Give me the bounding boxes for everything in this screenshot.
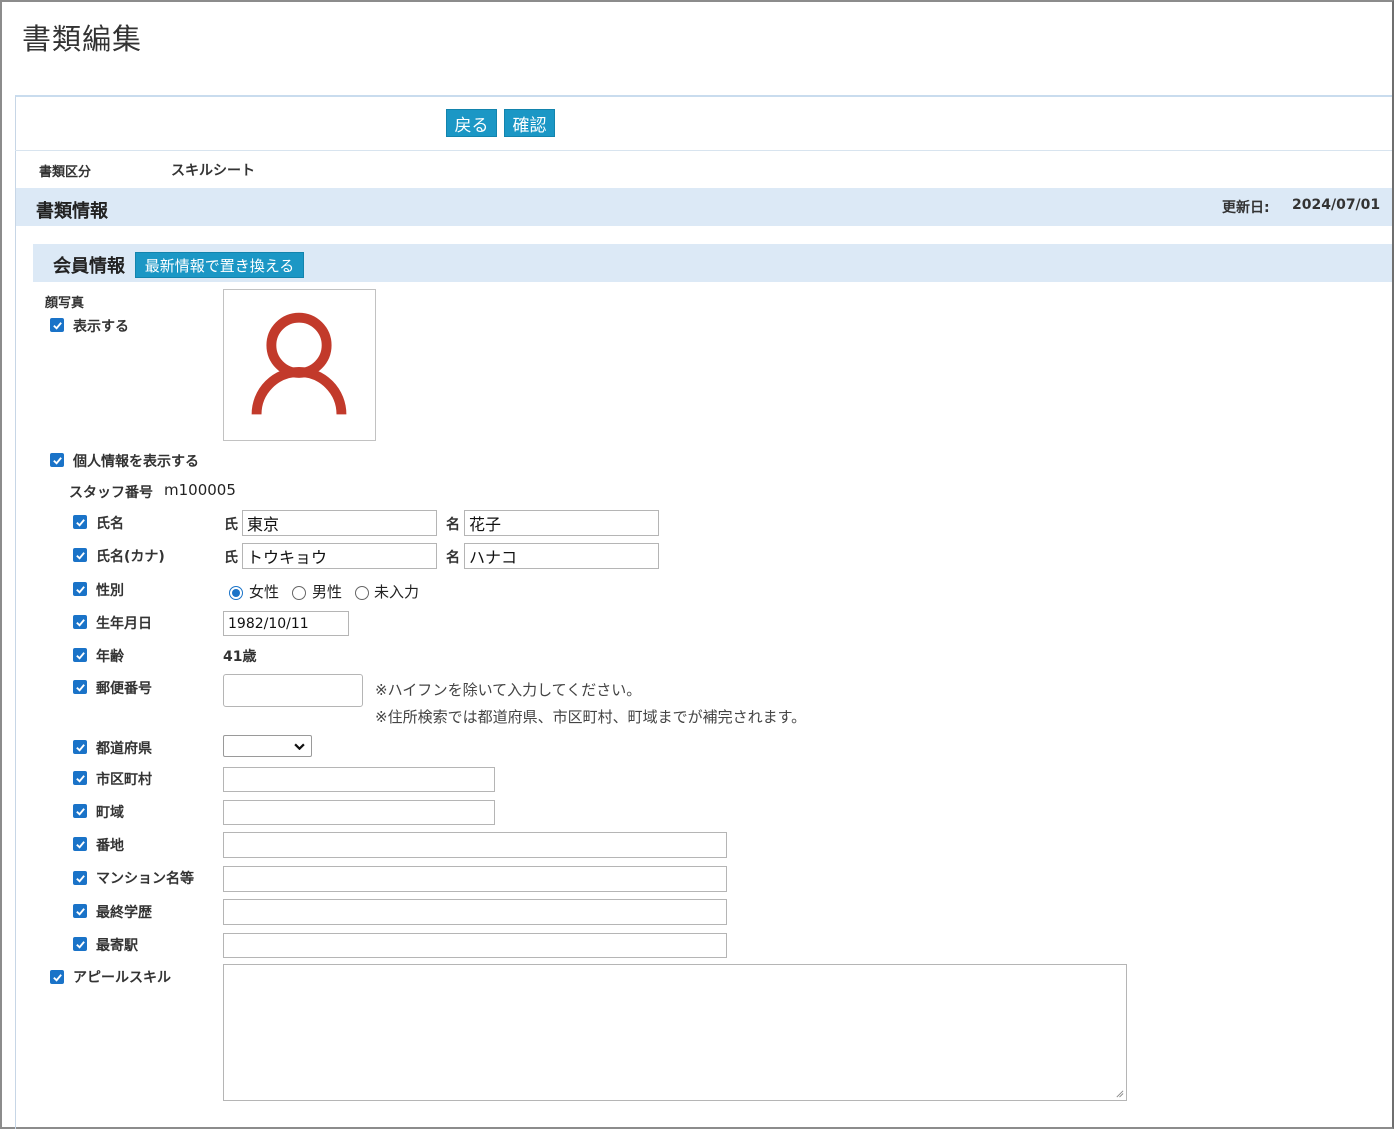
- check-icon: [75, 651, 85, 660]
- check-icon: [75, 874, 85, 883]
- member-info-title: 会員情報: [53, 256, 125, 277]
- last-kana-input[interactable]: トウキョウ: [242, 543, 437, 569]
- check-icon: [75, 618, 85, 627]
- doc-type-value: スキルシート: [171, 163, 255, 179]
- education-checkbox[interactable]: [73, 904, 87, 918]
- city-input[interactable]: [223, 767, 495, 792]
- staff-no-value: m100005: [164, 481, 236, 499]
- check-icon: [75, 551, 85, 560]
- check-icon: [75, 585, 85, 594]
- education-label: 最終学歴: [96, 905, 152, 921]
- education-input[interactable]: [223, 899, 727, 925]
- check-icon: [75, 683, 85, 692]
- last-name-prefix: 氏: [224, 517, 238, 533]
- replace-latest-button[interactable]: 最新情報で置き換える: [135, 252, 304, 278]
- last-name-input[interactable]: 東京: [242, 510, 437, 536]
- name-checkbox[interactable]: [73, 515, 87, 529]
- appeal-label: アピールスキル: [73, 970, 171, 986]
- station-input[interactable]: [223, 933, 727, 958]
- first-name-input[interactable]: 花子: [464, 510, 659, 536]
- check-icon: [75, 774, 85, 783]
- building-checkbox[interactable]: [73, 871, 87, 885]
- gender-none-label: 未入力: [374, 583, 420, 601]
- check-icon: [75, 807, 85, 816]
- photo-show-label: 表示する: [73, 319, 129, 335]
- building-input[interactable]: [223, 866, 727, 892]
- photo-label: 顔写真: [45, 296, 85, 311]
- station-label: 最寄駅: [96, 938, 138, 954]
- town-checkbox[interactable]: [73, 804, 87, 818]
- postal-label: 郵便番号: [96, 681, 152, 697]
- gender-none-radio[interactable]: [355, 586, 369, 600]
- updated-label: 更新日:: [1222, 200, 1270, 216]
- appeal-checkbox[interactable]: [50, 970, 64, 984]
- photo-show-checkbox[interactable]: [50, 318, 64, 332]
- postal-note-autofill: ※住所検索では都道府県、市区町村、町域までが補完されます。: [375, 708, 807, 726]
- city-checkbox[interactable]: [73, 771, 87, 785]
- birthday-label: 生年月日: [96, 616, 152, 632]
- staff-no-label: スタッフ番号: [69, 485, 153, 501]
- last-kana-prefix: 氏: [224, 550, 238, 566]
- birthday-input[interactable]: 1982/10/11: [223, 611, 349, 636]
- chevron-down-icon: [294, 743, 305, 750]
- updated-value: 2024/07/01: [1292, 197, 1381, 213]
- doc-info-title: 書類情報: [36, 201, 108, 222]
- gender-female-radio[interactable]: [229, 586, 243, 600]
- photo-box[interactable]: [223, 289, 376, 441]
- divider: [15, 150, 1392, 151]
- town-label: 町域: [96, 805, 124, 821]
- first-kana-prefix: 名: [446, 550, 460, 566]
- appeal-textarea[interactable]: [223, 964, 1127, 1101]
- block-checkbox[interactable]: [73, 837, 87, 851]
- age-label: 年齢: [96, 649, 124, 665]
- check-icon: [52, 456, 62, 465]
- check-icon: [75, 840, 85, 849]
- age-value: 41歳: [223, 649, 257, 665]
- doc-type-label: 書類区分: [39, 165, 92, 180]
- building-label: マンション名等: [96, 871, 194, 887]
- check-icon: [75, 518, 85, 527]
- gender-male-radio[interactable]: [292, 586, 306, 600]
- birthday-checkbox[interactable]: [73, 615, 87, 629]
- town-input[interactable]: [223, 800, 495, 825]
- age-checkbox[interactable]: [73, 648, 87, 662]
- back-button[interactable]: 戻る: [446, 109, 497, 137]
- user-avatar-icon: [251, 312, 347, 415]
- doc-info-bar: [16, 188, 1392, 226]
- kana-checkbox[interactable]: [73, 548, 87, 562]
- gender-female-label: 女性: [249, 583, 280, 601]
- postal-note-hyphen: ※ハイフンを除いて入力してください。: [375, 681, 642, 699]
- confirm-button[interactable]: 確認: [504, 109, 555, 137]
- personal-show-label: 個人情報を表示する: [73, 454, 199, 470]
- gender-male-label: 男性: [312, 583, 343, 601]
- check-icon: [75, 907, 85, 916]
- resize-handle-icon[interactable]: [1115, 1089, 1124, 1098]
- prefecture-label: 都道府県: [96, 741, 152, 757]
- check-icon: [52, 321, 62, 330]
- kana-label: 氏名(カナ): [96, 549, 165, 565]
- check-icon: [75, 940, 85, 949]
- name-label: 氏名: [96, 516, 124, 532]
- block-label: 番地: [96, 838, 124, 854]
- block-input[interactable]: [223, 832, 727, 858]
- gender-checkbox[interactable]: [73, 582, 87, 596]
- check-icon: [75, 743, 85, 752]
- prefecture-select[interactable]: [223, 735, 312, 757]
- personal-show-checkbox[interactable]: [50, 453, 64, 467]
- first-kana-input[interactable]: ハナコ: [464, 543, 659, 569]
- gender-label: 性別: [96, 583, 124, 599]
- city-label: 市区町村: [96, 772, 152, 788]
- postal-input[interactable]: [223, 674, 363, 707]
- page-title: 書類編集: [22, 22, 143, 56]
- check-icon: [52, 973, 62, 982]
- first-name-prefix: 名: [446, 517, 460, 533]
- prefecture-checkbox[interactable]: [73, 740, 87, 754]
- station-checkbox[interactable]: [73, 937, 87, 951]
- postal-checkbox[interactable]: [73, 680, 87, 694]
